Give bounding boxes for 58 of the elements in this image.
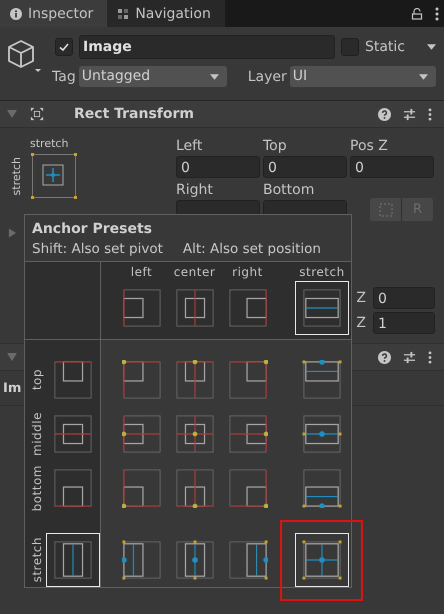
anchor-preset-button[interactable] <box>295 281 349 335</box>
help-icon[interactable] <box>378 108 391 120</box>
active-checkbox[interactable] <box>55 38 73 56</box>
anchor-label: stretch <box>10 156 23 196</box>
more-icon[interactable] <box>428 350 432 364</box>
tag-label: Tag <box>52 68 76 84</box>
field-label: Pos Z <box>350 137 389 156</box>
blueprint-mode-button[interactable] <box>370 198 402 221</box>
number-field[interactable]: 0 <box>350 156 434 178</box>
settings-sliders-icon[interactable] <box>403 350 416 364</box>
row-label: middle <box>30 412 44 456</box>
field-label: Bottom <box>263 180 316 200</box>
info-icon <box>10 8 22 20</box>
dashed-square-icon <box>378 202 392 216</box>
number-field[interactable]: 1 <box>373 312 435 334</box>
field-label: Left <box>176 137 204 156</box>
hint-text: Alt: Also set position <box>182 240 321 259</box>
caret-icon <box>419 74 428 80</box>
caret-icon <box>210 74 219 80</box>
field-label: Z <box>356 314 366 332</box>
rect-transform-icon <box>30 107 44 121</box>
field-label: Z <box>356 288 366 308</box>
number-field[interactable]: 0 <box>373 287 435 309</box>
layer-label: Layer <box>248 68 287 84</box>
row-label: stretch <box>30 537 44 583</box>
lock-icon[interactable] <box>411 8 423 20</box>
help-icon[interactable] <box>378 350 391 364</box>
anchor-label: stretch <box>30 137 70 150</box>
field-label: Right <box>176 180 214 200</box>
row-label: bottom <box>30 464 44 512</box>
anchor-preset-icon[interactable] <box>31 153 77 199</box>
tag-dropdown[interactable]: Untagged <box>78 66 227 87</box>
panel-tab[interactable]: Inspector <box>0 0 108 27</box>
name-field[interactable]: Image <box>79 35 335 59</box>
popup-title: Anchor Presets <box>31 220 153 239</box>
component-title: Rect Transform <box>74 106 194 122</box>
field-label: Top <box>263 137 288 156</box>
panel-tab[interactable]: Navigation <box>107 0 225 27</box>
anchor-preset-button[interactable] <box>46 533 100 587</box>
dropdown-arrow-icon[interactable] <box>427 44 436 50</box>
row-label: top <box>30 369 44 391</box>
component-name: Im <box>3 380 22 396</box>
more-icon[interactable] <box>435 6 439 20</box>
column-label: right <box>232 265 263 281</box>
layer-dropdown[interactable]: UI <box>290 66 436 87</box>
number-field[interactable]: 0 <box>263 156 347 178</box>
navigation-icon <box>117 8 130 20</box>
column-label: left <box>130 265 152 281</box>
hint-text: Shift: Also set pivot <box>32 240 163 259</box>
number-field[interactable]: 0 <box>176 156 260 178</box>
more-icon[interactable] <box>428 108 432 120</box>
column-label: center <box>174 265 216 281</box>
static-checkbox[interactable] <box>340 38 359 56</box>
column-label: stretch <box>299 265 345 281</box>
anchor-preset-button[interactable] <box>295 533 349 587</box>
settings-sliders-icon[interactable] <box>403 108 416 120</box>
static-label: Static <box>364 39 405 55</box>
check-icon <box>58 41 70 53</box>
